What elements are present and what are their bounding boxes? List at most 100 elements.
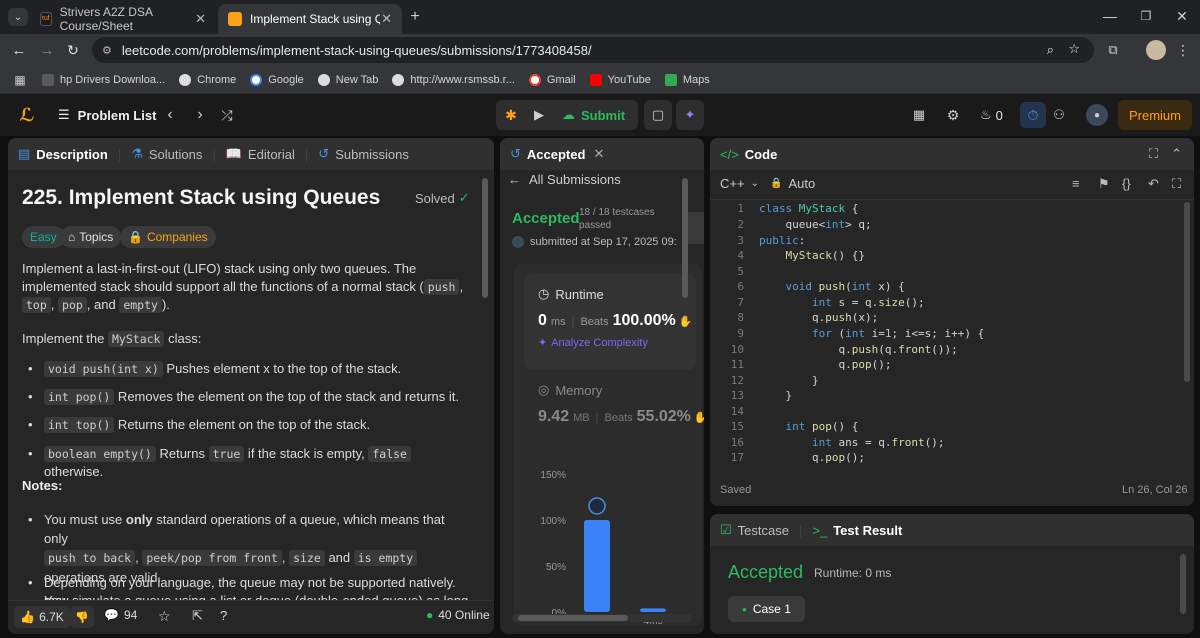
like-button[interactable]: 👍 6.7K [14, 606, 70, 628]
ai-sparkle-icon[interactable]: ✦ [676, 100, 704, 130]
tab-testcase[interactable]: ☑ Testcase [720, 522, 789, 538]
bookmark-hp[interactable]: hp Drivers Downloa... [42, 73, 166, 86]
notes-icon[interactable]: ▢ [644, 100, 672, 130]
close-tab-icon[interactable]: ✕ [381, 11, 392, 27]
y-tick-label: 50% [546, 562, 566, 573]
close-window-icon[interactable]: ✕ [1172, 6, 1192, 26]
debug-icon[interactable]: ✱ [500, 104, 522, 126]
comments-button[interactable]: 💬 94 [104, 608, 137, 622]
language-select[interactable]: C++ ⌄ [720, 176, 759, 191]
memory-value: 9.42 [538, 408, 570, 425]
runtime-value: 0 [538, 312, 547, 329]
share-icon[interactable]: ⇱ [192, 608, 203, 624]
back-arrow-icon[interactable]: ← [10, 41, 28, 59]
shuffle-icon[interactable]: ⤮ [218, 106, 236, 124]
scrollbar-thumb[interactable] [518, 615, 628, 621]
inline-code: void push(int x) [44, 361, 163, 377]
minimize-icon[interactable]: — [1100, 6, 1120, 26]
bookmark-gmail[interactable]: Gmail [528, 73, 576, 86]
tag-label: Topics [79, 230, 114, 244]
solved-label: Solved [415, 190, 455, 206]
problem-list-button[interactable]: ☰ Problem List [58, 107, 156, 123]
browser-menu-icon[interactable]: ⋮ [1176, 41, 1190, 59]
address-bar[interactable]: ⚙ leetcode.com/problems/implement-stack-… [92, 37, 1094, 63]
submit-button[interactable]: ☁ Submit [562, 107, 625, 123]
browser-tab-strivers[interactable]: tuf Strivers A2Z DSA Course/Sheet ✕ [30, 4, 216, 34]
tab-editorial[interactable]: 📖 Editorial [226, 146, 295, 162]
favorite-star-icon[interactable]: ☆ [158, 608, 171, 625]
format-icon[interactable]: ≡ [1072, 176, 1080, 191]
beats-label: Beats [604, 412, 633, 424]
code-tab[interactable]: </> Code ⛶ ⌃ [710, 138, 1194, 170]
bookmark-rsmssb[interactable]: http://www.rsmssb.r... [392, 73, 515, 86]
difficulty-badge[interactable]: Easy [22, 226, 65, 248]
globe-icon [317, 73, 330, 86]
scrollbar-thumb[interactable] [482, 178, 488, 298]
browser-tab-leetcode[interactable]: Implement Stack using Queues ✕ [218, 4, 402, 34]
bookmark-new-tab[interactable]: New Tab [317, 73, 378, 86]
prev-problem-icon[interactable]: ‹ [162, 106, 178, 124]
user-avatar[interactable]: ● [1086, 104, 1108, 126]
histogram-bar[interactable] [584, 520, 610, 612]
apps-grid-icon[interactable]: ▦ [6, 73, 34, 87]
all-submissions-link[interactable]: ← All Submissions [508, 172, 621, 187]
collapse-icon[interactable]: ⌃ [1171, 146, 1182, 162]
bookmark-maps[interactable]: Maps [664, 73, 710, 86]
mode-label: Auto [788, 176, 816, 191]
implement-line: Implement the MyStack class: [22, 330, 470, 348]
new-tab-icon[interactable]: + [406, 8, 424, 26]
leetcode-logo-icon[interactable]: ℒ [16, 104, 38, 126]
settings-gear-icon[interactable]: ⚙ [944, 106, 962, 124]
analyze-complexity-link[interactable]: ✦ Analyze Complexity [538, 336, 648, 350]
tab-test-result[interactable]: >_ Test Result [812, 523, 902, 538]
y-tick-label: 150% [540, 470, 566, 481]
streak-counter[interactable]: ♨ 0 [980, 107, 1003, 123]
bookmark-chrome[interactable]: Chrome [179, 73, 236, 86]
tab-submissions[interactable]: ↺ Submissions [318, 146, 409, 162]
companies-tag[interactable]: 🔒 Companies [120, 226, 216, 248]
profile-avatar[interactable] [1146, 40, 1166, 60]
bookmark-label: hp Drivers Downloa... [60, 73, 166, 86]
scrollbar-thumb[interactable] [682, 178, 688, 298]
zoom-icon[interactable]: ⌕ [1047, 42, 1054, 58]
layout-icon[interactable]: ▦ [910, 106, 928, 124]
bookmark-icon[interactable]: ⚑ [1098, 176, 1110, 192]
extensions-icon[interactable]: ⧉ [1104, 41, 1122, 59]
inline-code: false [368, 446, 411, 462]
help-icon[interactable]: ? [220, 608, 227, 623]
editor-scrollbar[interactable] [1184, 202, 1190, 382]
run-icon[interactable]: ▶ [528, 104, 550, 126]
result-scrollbar[interactable] [1180, 554, 1186, 614]
tab-search-icon[interactable]: ⌄ [8, 8, 28, 26]
braces-icon[interactable]: {} [1122, 176, 1131, 191]
timer-icon[interactable]: ⏱ [1020, 102, 1046, 128]
premium-button[interactable]: Premium [1118, 100, 1192, 130]
bookmark-label: Gmail [546, 73, 576, 86]
reset-icon[interactable]: ↶ [1148, 176, 1159, 192]
next-problem-icon[interactable]: › [192, 106, 208, 124]
accepted-tab[interactable]: ↺ Accepted ✕ [500, 138, 704, 170]
close-tab-icon[interactable]: ✕ [593, 146, 604, 162]
globe-icon [179, 73, 192, 86]
auto-mode[interactable]: 🔒 Auto [770, 176, 815, 191]
fullscreen-icon[interactable]: ⛶ [1172, 176, 1181, 192]
restore-icon[interactable]: ❐ [1136, 6, 1156, 26]
bookmark-youtube[interactable]: YouTube [589, 73, 651, 86]
bookmark-star-icon[interactable]: ☆ [1068, 41, 1080, 57]
tab-solutions[interactable]: ⚗ Solutions [131, 146, 202, 162]
bookmark-google[interactable]: Google [250, 73, 304, 86]
inline-code: push [423, 279, 460, 295]
reload-icon[interactable]: ↻ [64, 41, 82, 59]
topics-tag[interactable]: ⌂ Topics [60, 226, 122, 248]
case-1-button[interactable]: ● Case 1 [728, 596, 805, 622]
site-settings-icon[interactable]: ⚙ [102, 44, 112, 57]
histogram-bar[interactable] [640, 608, 666, 612]
expand-icon[interactable]: ⛶ [1149, 146, 1158, 162]
passed-label: passed [579, 220, 612, 231]
close-tab-icon[interactable]: ✕ [195, 11, 206, 27]
forward-arrow-icon[interactable]: → [38, 41, 56, 59]
add-user-icon[interactable]: ⚇ [1050, 106, 1068, 124]
dislike-button[interactable]: 👎 [70, 606, 94, 628]
tab-description[interactable]: ▤ Description [18, 146, 108, 162]
code-line: } [759, 389, 793, 402]
